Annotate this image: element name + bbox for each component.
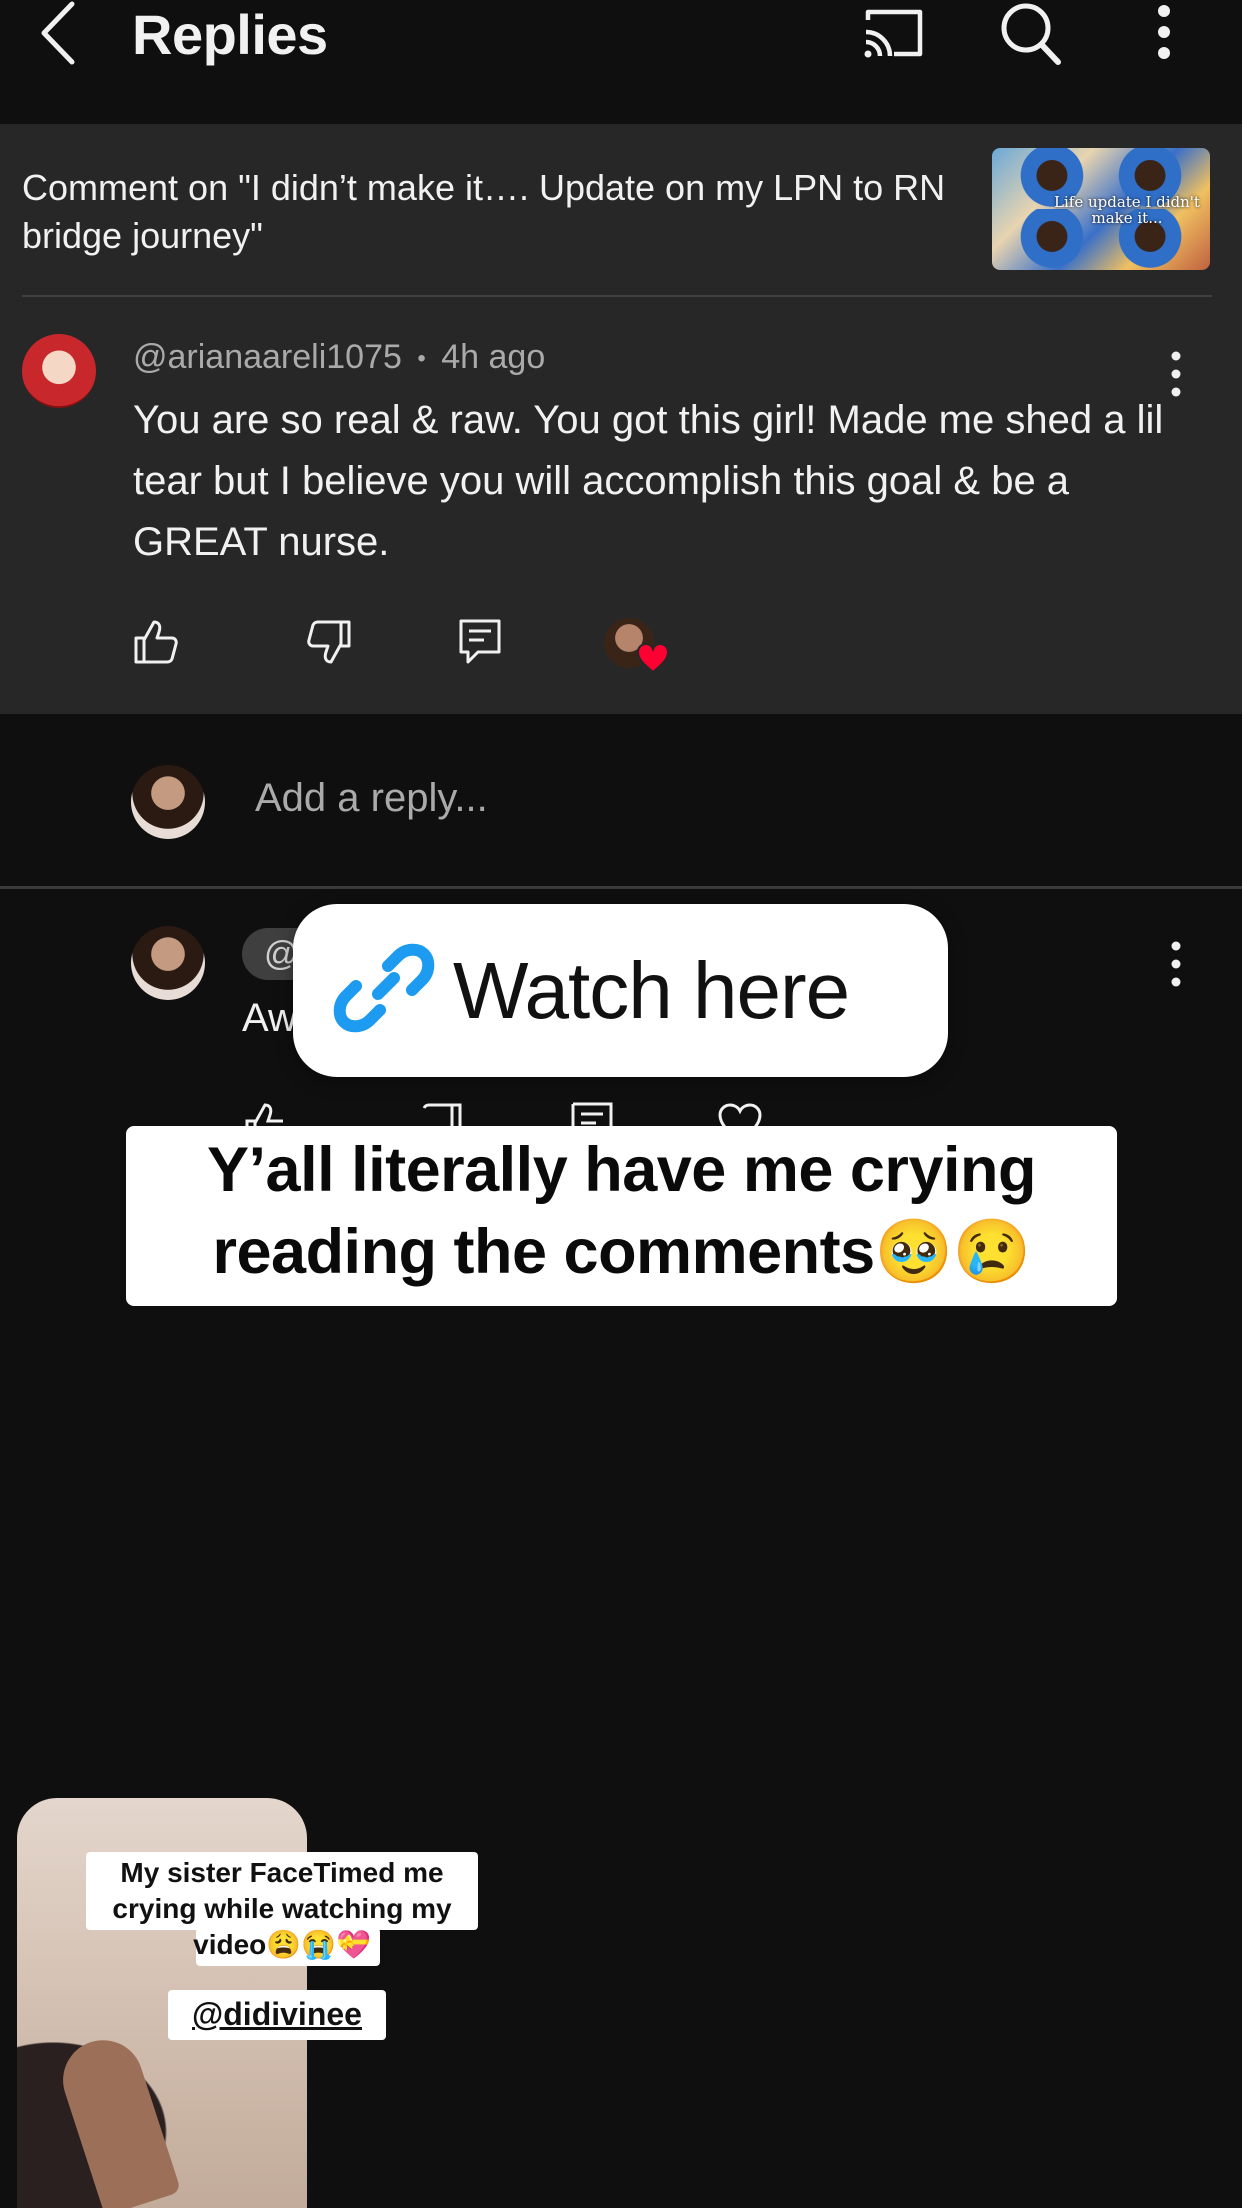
reply-icon[interactable]: [458, 618, 502, 666]
comment-context[interactable]: Comment on "I didn’t make it…. Update on…: [22, 164, 982, 260]
page-title: Replies: [132, 3, 328, 66]
search-icon[interactable]: [998, 0, 1062, 66]
heart-icon: [636, 642, 670, 674]
mention-tag[interactable]: @didivinee: [168, 1996, 386, 2033]
avatar[interactable]: [131, 926, 205, 1000]
avatar: [131, 765, 205, 839]
more-vert-icon[interactable]: [1150, 4, 1178, 60]
reply-input[interactable]: Add a reply...: [255, 776, 488, 821]
divider: [22, 295, 1212, 297]
comment-meta: @arianaareli1075 • 4h ago: [133, 338, 545, 377]
video-thumbnail[interactable]: Life update I didn't make it...: [992, 148, 1210, 270]
back-icon[interactable]: [36, 0, 84, 66]
avatar[interactable]: [22, 334, 96, 408]
more-vert-icon[interactable]: [1164, 940, 1188, 988]
reply-text: Aw: [242, 996, 297, 1040]
dislike-icon[interactable]: [305, 618, 353, 666]
thumbnail-caption: Life update I didn't make it...: [1054, 193, 1200, 227]
comment-author[interactable]: @arianaareli1075: [133, 338, 402, 376]
caption-line: Y’all literally have me crying: [207, 1135, 1036, 1205]
like-icon[interactable]: [132, 618, 180, 666]
meta-separator: •: [417, 345, 426, 373]
caption-line: reading the comments🥹😢: [212, 1217, 1031, 1287]
divider: [0, 886, 1242, 889]
comment-time: 4h ago: [441, 338, 546, 376]
watch-here-label: Watch here: [453, 946, 850, 1035]
link-icon: [333, 943, 435, 1033]
cast-icon[interactable]: [862, 6, 926, 60]
pip-caption: My sister FaceTimed me crying while watc…: [112, 1857, 452, 1960]
comment-text: You are so real & raw. You got this girl…: [133, 398, 1164, 564]
